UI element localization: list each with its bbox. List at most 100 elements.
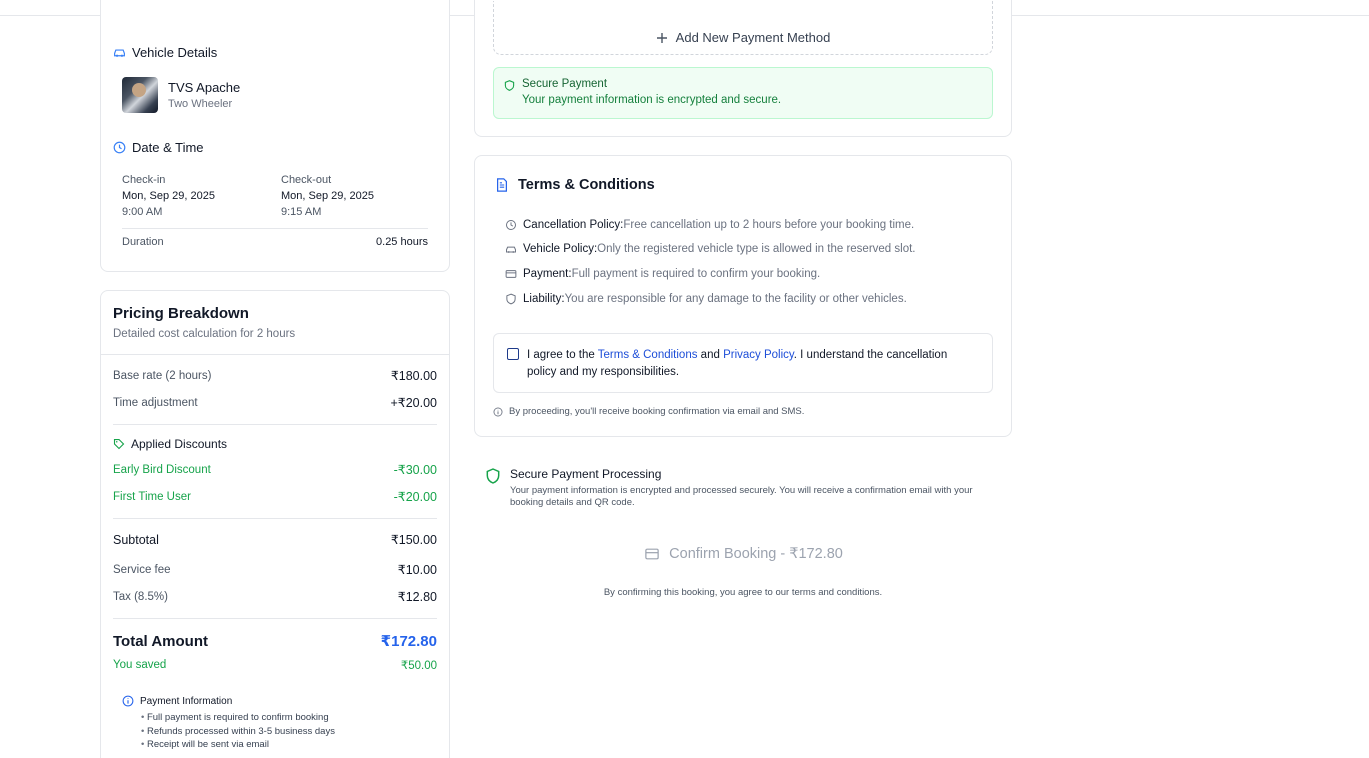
time-adjustment-label: Time adjustment <box>113 396 198 409</box>
confirm-booking-button[interactable]: Confirm Booking - ₹172.80 <box>600 540 888 568</box>
checkin-block: Check-in Mon, Sep 29, 2025 9:00 AM <box>122 172 215 220</box>
liability-policy-item: Liability:You are responsible for any da… <box>505 293 907 305</box>
terms-card: Terms & Conditions Cancellation Policy:F… <box>474 155 1012 437</box>
add-payment-method-label: Add New Payment Method <box>675 30 831 45</box>
vehicle-info: TVS Apache Two Wheeler <box>122 77 240 113</box>
time-adjustment-row: Time adjustment +₹20.00 <box>113 395 437 410</box>
divider <box>113 618 437 619</box>
notice-text: By proceeding, you'll receive booking co… <box>509 406 805 417</box>
base-rate-value: ₹180.00 <box>390 369 437 383</box>
cancellation-policy-item: Cancellation Policy:Free cancellation up… <box>505 219 914 231</box>
list-item: Refunds processed within 3-5 business da… <box>141 725 335 739</box>
shield-icon <box>486 468 500 484</box>
agree-checkbox[interactable] <box>507 348 519 360</box>
service-fee-value: ₹10.00 <box>397 563 437 577</box>
vehicle-details-heading: Vehicle Details <box>113 45 217 60</box>
time-adjustment-value: +₹20.00 <box>390 396 437 410</box>
shield-icon <box>506 293 516 305</box>
tax-value: ₹12.80 <box>397 590 437 604</box>
policy-text: Free cancellation up to 2 hours before y… <box>623 219 915 231</box>
plus-icon <box>656 32 667 43</box>
duration-row: Duration 0.25 hours <box>122 234 428 250</box>
checkin-label: Check-in <box>122 174 166 186</box>
shield-icon <box>504 80 515 91</box>
payment-method-card: Add New Payment Method Secure Payment Yo… <box>474 0 1012 137</box>
saved-label: You saved <box>113 659 167 671</box>
service-fee-row: Service fee ₹10.00 <box>113 562 437 577</box>
checkin-time: 9:00 AM <box>122 206 163 218</box>
car-icon <box>506 246 516 253</box>
vehicle-thumbnail <box>122 77 158 113</box>
credit-card-icon <box>505 270 517 278</box>
agreement-prefix: I agree to the <box>527 349 598 361</box>
confirm-booking-label: Confirm Booking - ₹172.80 <box>669 546 843 562</box>
duration-label: Duration <box>122 236 164 248</box>
agreement-text: I agree to the Terms & Conditions and Pr… <box>527 347 977 381</box>
pricing-breakdown-card: Pricing Breakdown Detailed cost calculat… <box>100 290 450 758</box>
vehicle-type: Two Wheeler <box>168 98 233 110</box>
discount-value: -₹20.00 <box>393 490 437 504</box>
clock-icon <box>506 220 516 230</box>
policy-text: You are responsible for any damage to th… <box>564 293 907 305</box>
secure-processing-title: Secure Payment Processing <box>510 467 662 481</box>
applied-discounts-title: Applied Discounts <box>131 437 228 451</box>
add-payment-method-button[interactable]: Add New Payment Method <box>493 1 993 55</box>
base-rate-label: Base rate (2 hours) <box>113 369 212 382</box>
pricing-subtitle: Detailed cost calculation for 2 hours <box>113 328 296 340</box>
car-icon <box>114 49 125 57</box>
discount-label: Early Bird Discount <box>113 463 211 476</box>
pricing-title: Pricing Breakdown <box>113 305 249 322</box>
policy-name: Liability: <box>523 293 565 305</box>
checkout-time: 9:15 AM <box>281 206 322 218</box>
info-icon <box>122 695 134 707</box>
discount-value: -₹30.00 <box>393 463 437 477</box>
terms-link[interactable]: Terms & Conditions <box>598 349 698 361</box>
service-fee-label: Service fee <box>113 563 171 576</box>
policy-text: Full payment is required to confirm your… <box>571 268 821 280</box>
payment-information-list: Full payment is required to confirm book… <box>141 711 335 752</box>
terms-heading: Terms & Conditions <box>495 177 655 193</box>
policy-text: Only the registered vehicle type is allo… <box>597 243 916 255</box>
subtotal-label: Subtotal <box>113 532 159 547</box>
checkout-label: Check-out <box>281 174 332 186</box>
clock-icon <box>113 141 126 154</box>
duration-value: 0.25 hours <box>376 236 428 248</box>
divider <box>122 228 428 229</box>
list-item: Full payment is required to confirm book… <box>141 711 335 725</box>
policy-name: Vehicle Policy: <box>523 243 598 255</box>
confirm-terms-note: By confirming this booking, you agree to… <box>603 587 883 598</box>
saved-value: ₹50.00 <box>400 660 437 672</box>
privacy-policy-link[interactable]: Privacy Policy <box>723 349 794 361</box>
total-label: Total Amount <box>113 632 208 650</box>
checkout-block: Check-out Mon, Sep 29, 2025 9:15 AM <box>281 172 374 220</box>
discount-row: Early Bird Discount -₹30.00 <box>113 462 437 477</box>
date-time-title: Date & Time <box>132 140 204 155</box>
subtotal-value: ₹150.00 <box>390 533 437 547</box>
checkout-date: Mon, Sep 29, 2025 <box>281 190 374 202</box>
divider <box>101 354 449 355</box>
base-rate-row: Base rate (2 hours) ₹180.00 <box>113 368 437 383</box>
terms-title: Terms & Conditions <box>518 177 655 193</box>
secure-payment-banner: Secure Payment Your payment information … <box>493 67 993 119</box>
applied-discounts-heading: Applied Discounts <box>113 437 227 451</box>
policy-name: Payment: <box>523 268 572 280</box>
divider <box>113 424 437 425</box>
discount-label: First Time User <box>113 490 191 503</box>
subtotal-row: Subtotal ₹150.00 <box>113 532 437 548</box>
document-icon <box>497 178 507 192</box>
confirmation-notice: By proceeding, you'll receive booking co… <box>493 406 804 417</box>
list-item: Receipt will be sent via email <box>141 738 335 752</box>
vehicle-policy-item: Vehicle Policy:Only the registered vehic… <box>505 243 915 255</box>
checkin-date: Mon, Sep 29, 2025 <box>122 190 215 202</box>
payment-policy-item: Payment:Full payment is required to conf… <box>505 268 820 280</box>
agreement-box: I agree to the Terms & Conditions and Pr… <box>493 333 993 393</box>
tax-label: Tax (8.5%) <box>113 590 168 603</box>
date-time-heading: Date & Time <box>113 140 204 155</box>
booking-summary-card: Vehicle Details TVS Apache Two Wheeler D… <box>100 0 450 272</box>
secure-payment-text: Your payment information is encrypted an… <box>522 94 782 106</box>
divider <box>113 518 437 519</box>
vehicle-details-title: Vehicle Details <box>132 45 218 60</box>
secure-payment-title: Secure Payment <box>522 78 608 90</box>
discount-row: First Time User -₹20.00 <box>113 489 437 504</box>
vehicle-name: TVS Apache <box>168 80 241 95</box>
